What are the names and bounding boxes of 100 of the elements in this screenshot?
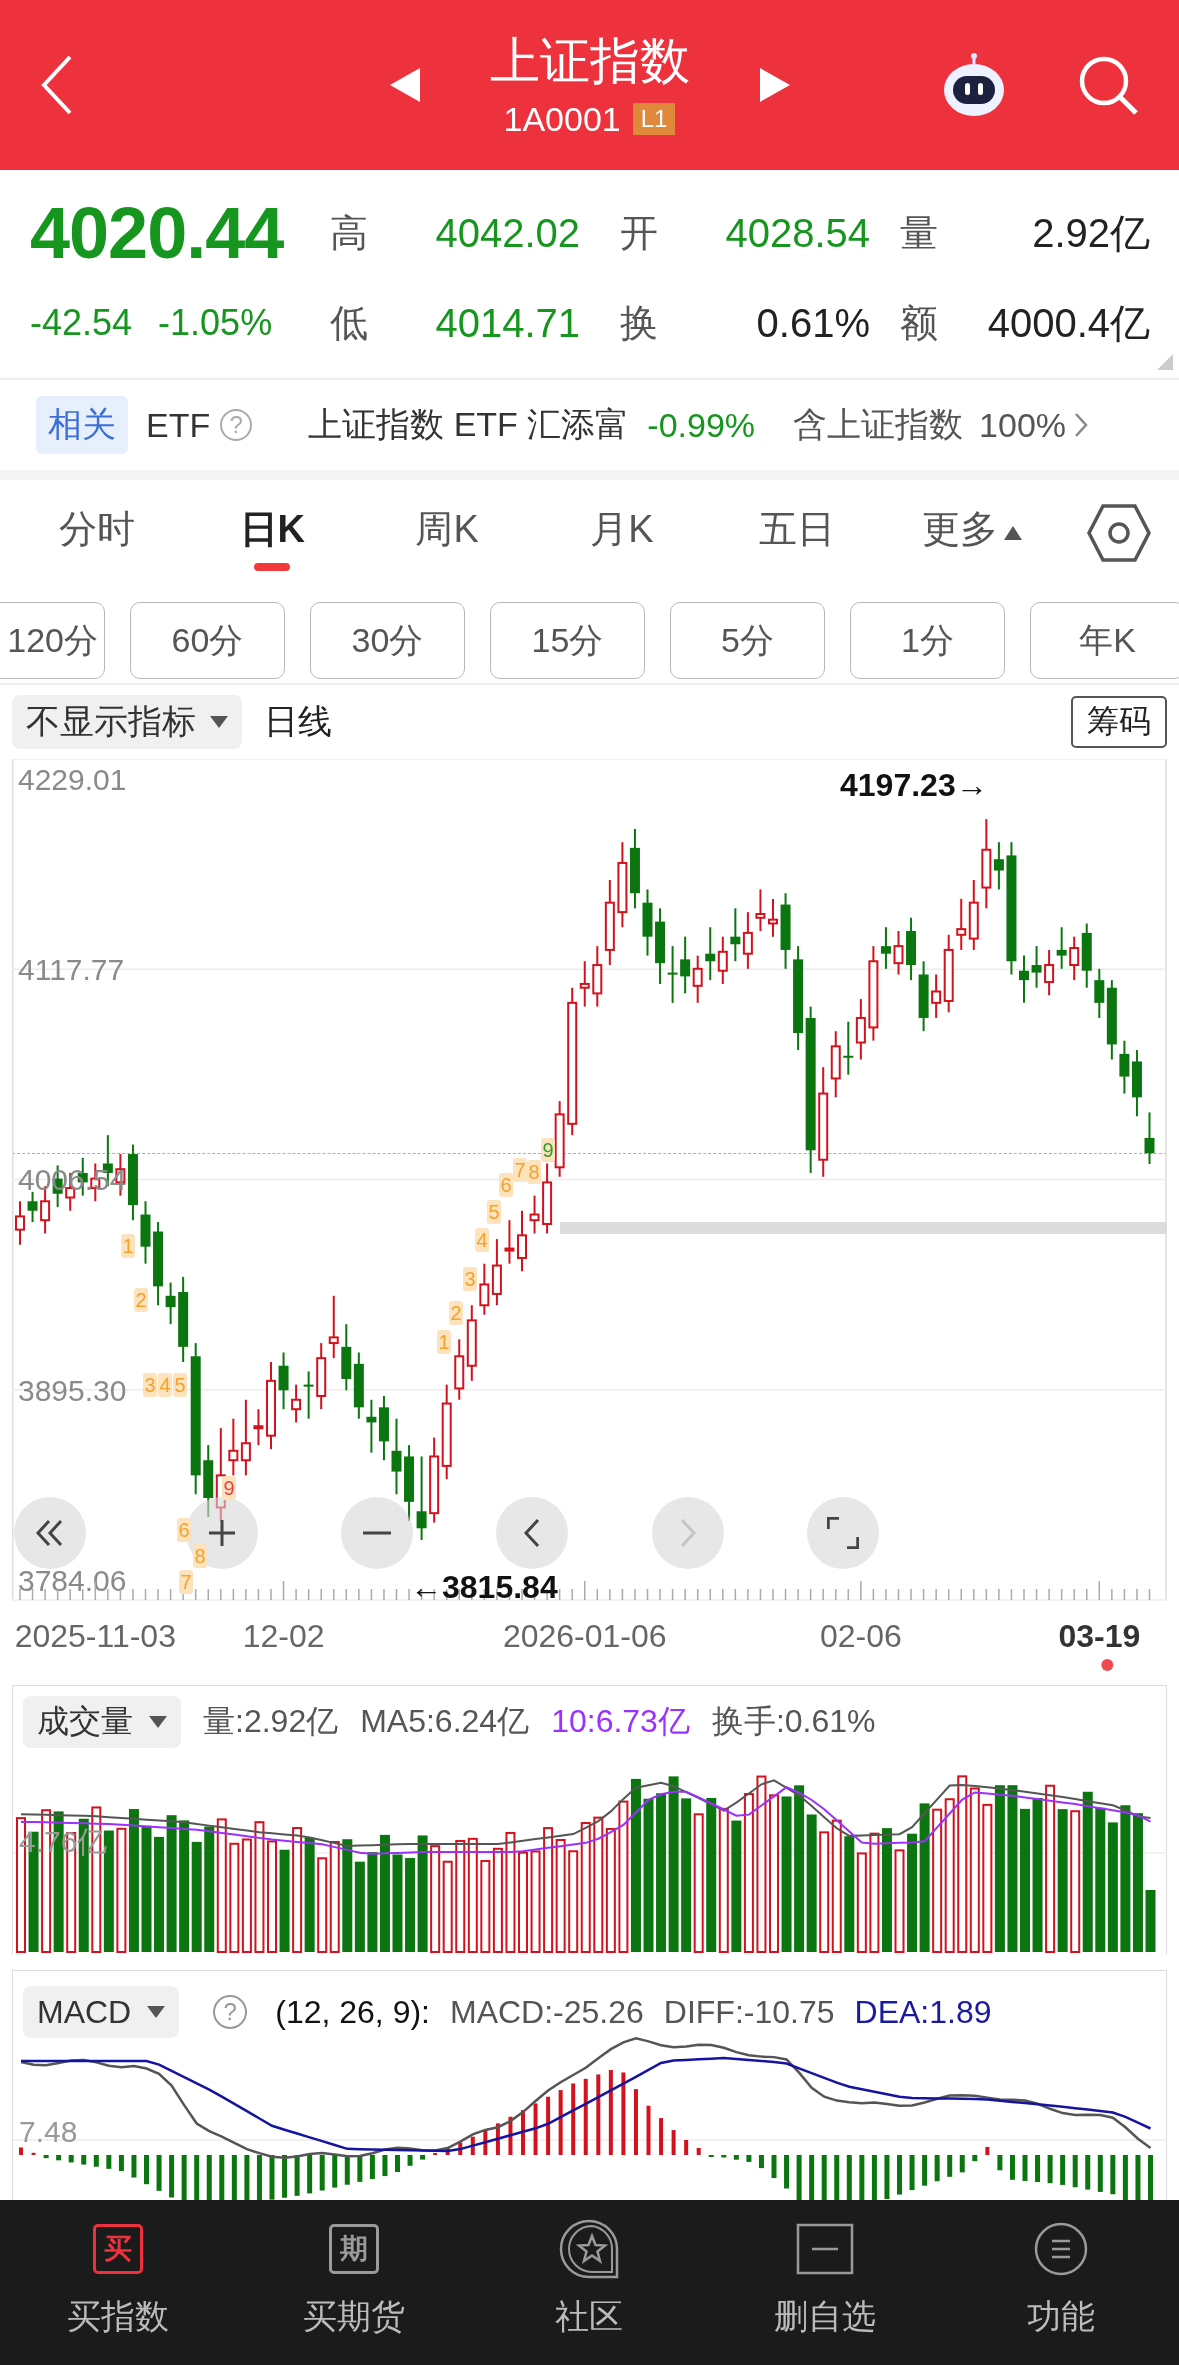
sequence-count-label: 5: [173, 1373, 187, 1397]
minus-square-icon: [796, 2223, 855, 2275]
histogram-bar: [508, 2116, 513, 2155]
histogram-bar: [169, 2155, 175, 2198]
date-axis-label: 2025-11-03: [14, 1618, 176, 1654]
related-tag: 相关: [36, 396, 128, 454]
period-button[interactable]: 60分: [130, 602, 285, 679]
chart-tab[interactable]: 月K: [534, 492, 710, 573]
sequence-count-label: 5: [487, 1200, 501, 1224]
histogram-bar: [332, 2155, 338, 2188]
period-button[interactable]: 15分: [490, 602, 645, 679]
histogram-bar: [884, 2155, 890, 2199]
histogram-bar: [909, 2155, 915, 2191]
period-button[interactable]: 30分: [310, 602, 465, 679]
double-chevron-left-icon: [35, 1518, 65, 1548]
histogram-bar: [282, 2155, 288, 2198]
period-button[interactable]: 120分: [0, 602, 105, 679]
histogram-bar: [696, 2147, 701, 2155]
fund-name[interactable]: 上证指数 ETF 汇添富: [308, 402, 630, 448]
histogram-bar: [997, 2155, 1003, 2171]
histogram-bar: [1097, 2155, 1103, 2192]
holding-label: 含上证指数: [793, 404, 964, 445]
price-axis-label: 4117.77: [18, 953, 125, 987]
histogram-bar: [407, 2155, 413, 2166]
stat-value: 4028.54: [724, 210, 870, 256]
stat-value: 4014.71: [434, 300, 580, 346]
histogram-bar: [758, 2155, 764, 2169]
histogram-bar: [871, 2155, 877, 2200]
page-title: 上证指数: [489, 32, 690, 91]
histogram-bar: [533, 2103, 538, 2155]
indicator-dropdown[interactable]: MACD: [23, 1986, 180, 2038]
histogram-bar: [684, 2139, 689, 2155]
search-icon[interactable]: [1077, 54, 1139, 116]
histogram-bar: [256, 2155, 262, 2200]
previous-triangle-icon[interactable]: [389, 68, 420, 102]
sequence-count-label: 9: [222, 1476, 236, 1500]
price-axis-label: 4229.01: [18, 763, 127, 796]
macd-reading: DEA:1.89: [854, 1993, 992, 2031]
histogram-bar: [897, 2155, 902, 2195]
next-triangle-icon[interactable]: [759, 68, 790, 102]
chart-tab[interactable]: 更多: [884, 492, 1059, 573]
robot-icon[interactable]: [941, 52, 1007, 118]
buy-icon: 买: [92, 2224, 143, 2274]
nav-button[interactable]: 删自选: [707, 2218, 944, 2365]
sequence-count-label: 8: [193, 1544, 207, 1568]
chart-tab[interactable]: 日K: [184, 492, 360, 573]
chevron-right-icon[interactable]: [1074, 412, 1089, 438]
stat-label: 高: [330, 210, 369, 256]
histogram-bar: [43, 2155, 49, 2159]
histogram-bar: [721, 2155, 727, 2158]
macd-reading: MACD:-25.26: [449, 1993, 644, 2031]
futures-icon: 期: [328, 2224, 379, 2274]
settings-icon[interactable]: [1087, 502, 1151, 563]
histogram-bar: [483, 2130, 488, 2155]
histogram-bar: [733, 2155, 739, 2160]
chart-tab[interactable]: 周K: [359, 492, 535, 573]
period-button[interactable]: 1分: [850, 602, 1005, 679]
histogram-bar: [659, 2118, 664, 2155]
last-price: 4020.44: [30, 192, 285, 274]
high-price-marker: 4197.23→: [840, 766, 988, 804]
histogram-bar: [633, 2089, 638, 2155]
histogram-bar: [771, 2155, 777, 2179]
chevron-right-icon: [680, 1518, 696, 1548]
histogram-bar: [1035, 2155, 1041, 2183]
stat-label: 额: [900, 300, 939, 346]
nav-button[interactable]: 功能: [943, 2218, 1179, 2365]
sequence-count-label: 7: [513, 1158, 527, 1182]
histogram-bar: [809, 2155, 815, 2200]
minus-icon: [362, 1531, 392, 1535]
nav-button[interactable]: 社区: [471, 2218, 708, 2365]
histogram-bar: [206, 2155, 212, 2200]
histogram-bar: [231, 2155, 237, 2200]
chart-tab[interactable]: 五日: [709, 492, 885, 573]
histogram-bar: [671, 2130, 676, 2155]
histogram-bar: [118, 2155, 124, 2171]
price-axis-label: 3895.30: [18, 1373, 127, 1407]
selected-underline: [254, 562, 291, 571]
caret-down-icon: [149, 1716, 167, 1728]
sequence-count-label: 6: [177, 1518, 191, 1542]
chart-tab[interactable]: 分时: [10, 492, 185, 573]
histogram-bar: [495, 2123, 500, 2155]
sequence-count-label: 6: [499, 1173, 513, 1197]
nav-button[interactable]: 期 买期货: [235, 2218, 472, 2365]
indicator-dropdown[interactable]: 不显示指标: [12, 695, 242, 749]
histogram-bar: [746, 2155, 752, 2162]
histogram-bar: [1135, 2155, 1141, 2200]
volume-reading: 量:2.92亿: [203, 1702, 339, 1741]
histogram-bar: [156, 2155, 162, 2191]
date-axis-label: 03-19: [1058, 1618, 1141, 1654]
histogram-bar: [470, 2136, 475, 2155]
period-button[interactable]: 年K: [1030, 602, 1179, 679]
back-icon[interactable]: [40, 54, 74, 116]
histogram-bar: [546, 2096, 551, 2155]
period-button[interactable]: 5分: [670, 602, 825, 679]
histogram-bar: [1122, 2155, 1128, 2200]
histogram-bar: [1022, 2155, 1028, 2181]
chips-button[interactable]: 筹码: [1071, 696, 1167, 748]
volume-reading: 10:6.73亿: [551, 1702, 690, 1741]
nav-button[interactable]: 买 买指数: [0, 2218, 236, 2365]
volume-dropdown[interactable]: 成交量: [23, 1696, 181, 1748]
